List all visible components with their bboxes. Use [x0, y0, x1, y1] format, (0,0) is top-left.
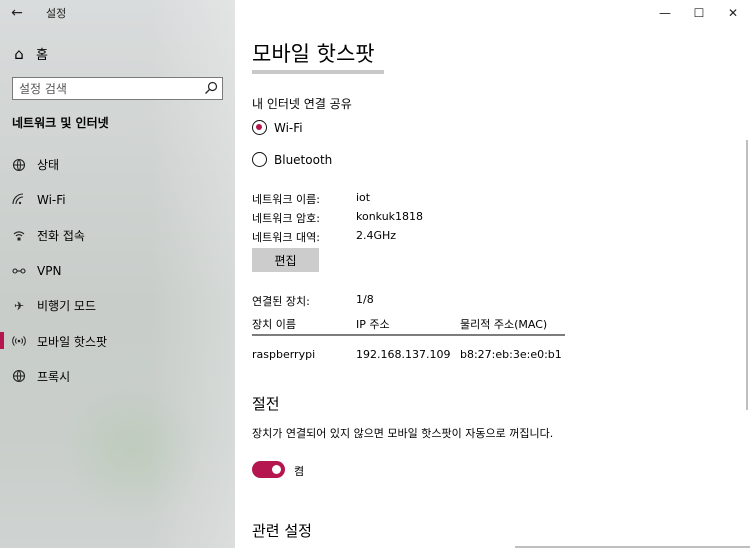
sidebar-item-label: 프록시 [37, 369, 71, 384]
ip-address-cell: 192.168.137.109 [356, 348, 451, 361]
home-icon: ⌂ [14, 44, 24, 63]
hotspot-icon [12, 334, 26, 348]
minimize-icon: — [659, 6, 671, 20]
network-name-value: iot [356, 191, 371, 204]
maximize-button[interactable]: ☐ [682, 0, 716, 26]
dialup-icon [12, 228, 26, 242]
table-divider [252, 334, 565, 336]
sidebar-item-label: Wi-Fi [37, 192, 66, 207]
radio-wifi-label: Wi-Fi [274, 120, 303, 135]
device-name-cell: raspberrypi [252, 348, 316, 361]
sidebar-item-label: 상태 [37, 158, 60, 173]
sidebar-item-label: 모바일 핫스팟 [37, 334, 108, 349]
nav-list: 상태 Wi-Fi 전화 접속 VPN ✈ 비행기 모드 모바일 핫스팟 프록시 [0, 147, 235, 394]
globe-status-icon [12, 158, 26, 172]
wifi-icon [12, 193, 26, 207]
sidebar-item-status[interactable]: 상태 [0, 147, 235, 182]
sidebar: ← 설정 ⌂ 홈 네트워크 및 인터넷 상태 Wi-Fi [0, 0, 235, 548]
related-settings-title: 관련 설정 [252, 522, 312, 540]
minimize-button[interactable]: — [648, 0, 682, 26]
sidebar-item-label: VPN [37, 263, 62, 278]
close-button[interactable]: ✕ [716, 0, 750, 26]
radio-bluetooth-circle[interactable] [252, 152, 267, 167]
search-box [12, 77, 223, 100]
network-band-row: 네트워크 대역: 2.4GHz [252, 229, 396, 245]
sidebar-item-hotspot[interactable]: 모바일 핫스팟 [0, 323, 235, 358]
radio-wifi-circle[interactable] [252, 120, 267, 135]
connected-devices-value: 1/8 [356, 293, 374, 306]
col-device-name: 장치 이름 [252, 318, 296, 331]
power-saving-description: 장치가 연결되어 있지 않으면 모바일 핫스팟이 자동으로 꺼집니다. [252, 427, 554, 440]
power-saving-title: 절전 [252, 395, 280, 413]
sidebar-item-label: 비행기 모드 [37, 299, 97, 314]
network-name-key: 네트워크 이름: [252, 193, 320, 206]
title-underline [252, 70, 384, 74]
search-icon[interactable] [204, 81, 218, 95]
network-password-key: 네트워크 암호: [252, 212, 320, 225]
search-input[interactable] [13, 81, 198, 96]
window-controls: — ☐ ✕ [648, 0, 750, 26]
edit-button[interactable]: 편집 [252, 248, 319, 272]
network-password-row: 네트워크 암호: konkuk1818 [252, 210, 423, 226]
radio-bluetooth[interactable]: Bluetooth [252, 152, 332, 167]
connected-devices-row: 연결된 장치: 1/8 [252, 293, 374, 309]
network-password-value: konkuk1818 [356, 210, 424, 223]
vpn-icon [12, 264, 26, 278]
arrow-left-icon: ← [11, 5, 23, 21]
vertical-scrollbar[interactable] [746, 140, 748, 410]
nav-home-label: 홈 [36, 48, 48, 63]
sidebar-item-proxy[interactable]: 프록시 [0, 359, 235, 394]
close-icon: ✕ [727, 6, 739, 20]
section-title: 네트워크 및 인터넷 [12, 116, 109, 130]
radio-wifi[interactable]: Wi-Fi [252, 120, 303, 135]
power-saving-toggle[interactable] [252, 461, 285, 478]
sidebar-item-label: 전화 접속 [37, 228, 85, 243]
radio-bluetooth-label: Bluetooth [274, 152, 333, 167]
back-button[interactable]: ← [0, 0, 34, 26]
network-band-key: 네트워크 대역: [252, 231, 320, 244]
connected-devices-key: 연결된 장치: [252, 295, 310, 308]
main-content: — ☐ ✕ 모바일 핫스팟 내 인터넷 연결 공유 Wi-Fi Bluetoot… [235, 0, 750, 548]
sidebar-item-dialup[interactable]: 전화 접속 [0, 218, 235, 253]
col-ip-address: IP 주소 [356, 318, 390, 331]
sidebar-item-vpn[interactable]: VPN [0, 253, 235, 288]
maximize-icon: ☐ [693, 6, 705, 20]
nav-home[interactable]: ⌂ 홈 [12, 44, 48, 64]
proxy-globe-icon [12, 369, 26, 383]
table-header: 장치 이름 IP 주소 물리적 주소(MAC) [252, 316, 547, 332]
sidebar-item-airplane[interactable]: ✈ 비행기 모드 [0, 288, 235, 323]
sidebar-item-wifi[interactable]: Wi-Fi [0, 182, 235, 217]
share-connection-label: 내 인터넷 연결 공유 [252, 97, 352, 111]
network-band-value: 2.4GHz [356, 229, 397, 242]
col-mac-address: 물리적 주소(MAC) [460, 318, 548, 331]
airplane-icon: ✈ [13, 298, 25, 313]
power-saving-toggle-label: 켬 [294, 465, 305, 478]
network-name-row: 네트워크 이름: iot [252, 191, 370, 207]
page-title: 모바일 핫스팟 [252, 42, 375, 66]
titlebar-left: ← 설정 [0, 0, 235, 26]
mac-address-cell: b8:27:eb:3e:e0:b1 [460, 348, 562, 361]
table-row: raspberrypi 192.168.137.109 b8:27:eb:3e:… [252, 348, 562, 361]
app-title: 설정 [46, 7, 67, 20]
